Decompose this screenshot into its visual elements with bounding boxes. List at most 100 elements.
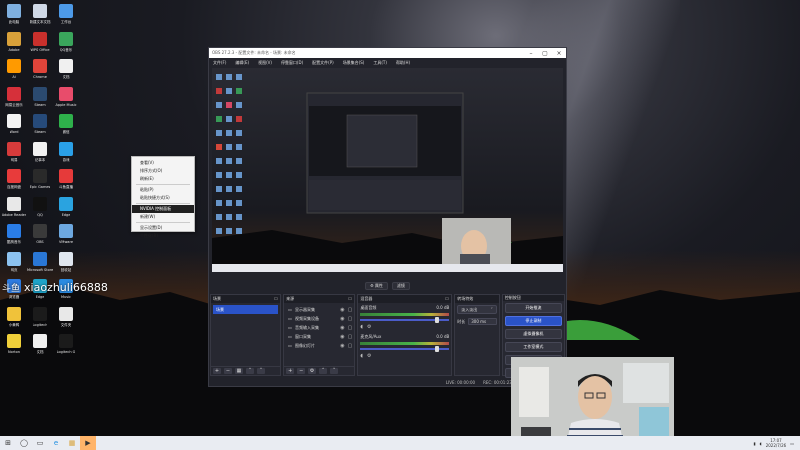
move-up-icon[interactable]: ˄ xyxy=(246,368,254,374)
desktop-icon[interactable]: Epic Games xyxy=(27,167,53,195)
add-source-icon[interactable]: + xyxy=(286,368,295,374)
desktop-icon[interactable]: Logitech xyxy=(27,305,53,333)
obs-menu-item[interactable]: 文件(F) xyxy=(213,60,226,66)
obs-menu-item[interactable]: 帮助(H) xyxy=(396,60,410,66)
obs-menu-item[interactable]: 工具(T) xyxy=(373,60,387,66)
desktop-icon[interactable]: 斗鱼直播 xyxy=(53,167,79,195)
desktop-icon[interactable]: OBS xyxy=(27,222,53,250)
control-button[interactable]: 工作室模式 xyxy=(504,342,562,352)
desktop-icon[interactable]: 网页 xyxy=(1,250,27,278)
desktop-icon[interactable]: 记事本 xyxy=(27,140,53,168)
edge-icon[interactable]: e xyxy=(48,436,64,450)
speaker-icon[interactable]: ◖ xyxy=(360,353,363,359)
desktop-icon[interactable]: 工作台 xyxy=(53,2,79,30)
desktop-icon[interactable]: Norton xyxy=(1,332,27,360)
dock-menu-icon[interactable]: ▭ xyxy=(445,296,452,302)
filters-button[interactable]: 滤镜 xyxy=(391,282,410,290)
remove-source-icon[interactable]: − xyxy=(297,368,306,374)
move-down-icon[interactable]: ˅ xyxy=(257,368,265,374)
context-menu-item[interactable]: 查看(V) xyxy=(132,159,194,167)
control-button[interactable]: 开始推流 xyxy=(504,303,562,313)
scene-item[interactable]: 场景 xyxy=(213,305,279,314)
desktop-icon[interactable]: Logitech G xyxy=(53,332,79,360)
source-item[interactable]: ▭ 显示器采集 ◉ ▢ xyxy=(286,305,352,314)
desktop-icon[interactable]: VMware xyxy=(53,222,79,250)
control-button[interactable]: 停止录制 xyxy=(504,316,562,326)
control-button[interactable]: 虚拟摄像机 xyxy=(504,329,562,339)
context-menu-item[interactable]: 粘贴(P) xyxy=(132,186,194,194)
desktop-icon[interactable]: 文档 xyxy=(27,332,53,360)
network-icon[interactable]: ▮ xyxy=(753,441,755,446)
desktop-icon[interactable]: 新建文本文档 xyxy=(27,2,53,30)
lock-icon[interactable]: ▢ xyxy=(348,343,353,349)
desktop-icon[interactable]: 文件夹 xyxy=(53,305,79,333)
source-settings-icon[interactable]: ⚙ xyxy=(308,368,317,374)
desktop-icon[interactable]: Edge xyxy=(53,195,79,223)
lock-icon[interactable]: ▢ xyxy=(348,316,353,322)
desktop-icon[interactable]: Steam xyxy=(27,112,53,140)
desktop-icon[interactable]: Ai xyxy=(1,57,27,85)
source-item[interactable]: ▭ 视频采集设备 ◉ ▢ xyxy=(286,314,352,323)
close-icon[interactable]: × xyxy=(552,50,566,57)
context-menu-item[interactable]: 粘贴快捷方式(S) xyxy=(132,194,194,202)
duration-field[interactable]: 300 ms xyxy=(468,318,497,325)
desktop-icon[interactable]: 网易 xyxy=(1,140,27,168)
scene-filter-icon[interactable]: ▦ xyxy=(235,368,243,374)
obs-taskbar-icon[interactable]: ▶ xyxy=(80,436,96,450)
context-menu-item[interactable]: 刷新(E) xyxy=(132,175,194,183)
desktop-icon[interactable]: QQ音乐 xyxy=(53,30,79,58)
dock-menu-icon[interactable]: ▭ xyxy=(273,296,280,302)
transition-select[interactable]: 淡入淡出 ˅ xyxy=(457,305,497,314)
desktop-icon[interactable]: 回收站 xyxy=(53,250,79,278)
desktop-icon[interactable]: 微信 xyxy=(53,112,79,140)
start-button[interactable]: ⊞ xyxy=(0,436,16,450)
notification-icon[interactable]: ▭ xyxy=(790,441,794,446)
gear-icon[interactable]: ⚙ xyxy=(367,324,371,330)
desktop-icon[interactable]: Adobe xyxy=(1,30,27,58)
desktop-icon[interactable]: 文档 xyxy=(53,57,79,85)
clock[interactable]: 17:07 2022/7/26 xyxy=(766,438,787,448)
dock-menu-icon[interactable]: ▭ xyxy=(348,296,355,302)
obs-menu-item[interactable]: 配置文件(P) xyxy=(312,60,334,66)
move-up-icon[interactable]: ˄ xyxy=(319,368,328,374)
eye-icon[interactable]: ◉ xyxy=(340,325,344,331)
obs-preview[interactable] xyxy=(212,68,563,272)
desktop-icon[interactable]: Microsoft Store xyxy=(27,250,53,278)
desktop-icon[interactable]: 小黄鸭 xyxy=(1,305,27,333)
desktop-icon[interactable]: QQ xyxy=(27,195,53,223)
obs-menu-item[interactable]: 停靠窗口(D) xyxy=(281,60,303,66)
desktop-icon[interactable]: 百度网盘 xyxy=(1,167,27,195)
move-down-icon[interactable]: ˅ xyxy=(330,368,339,374)
desktop-icon[interactable]: Chrome xyxy=(27,57,53,85)
source-item[interactable]: ▭ 音频输入采集 ◉ ▢ xyxy=(286,323,352,332)
eye-icon[interactable]: ◉ xyxy=(340,307,344,313)
minimize-icon[interactable]: – xyxy=(524,50,538,57)
obs-menu-item[interactable]: 编辑(E) xyxy=(235,60,249,66)
maximize-icon[interactable]: ▢ xyxy=(538,50,552,57)
desktop-icon[interactable]: Word xyxy=(1,112,27,140)
desktop-icon[interactable]: 此电脑 xyxy=(1,2,27,30)
add-scene-icon[interactable]: + xyxy=(213,368,221,374)
volume-icon[interactable]: ◖ xyxy=(760,441,762,446)
properties-button[interactable]: ⚙ 属性 xyxy=(365,282,388,290)
desktop-icon[interactable]: Adobe Reader xyxy=(1,195,27,223)
slider-handle[interactable] xyxy=(435,346,440,352)
context-menu-item[interactable]: 显示设置(D) xyxy=(132,224,194,232)
task-view-icon[interactable]: ▭ xyxy=(32,436,48,450)
eye-icon[interactable]: ◉ xyxy=(340,334,344,340)
desktop-icon[interactable]: WPS Office xyxy=(27,30,53,58)
volume-slider[interactable] xyxy=(360,346,450,352)
explorer-icon[interactable]: ▦ xyxy=(64,436,80,450)
desktop-icon[interactable]: Steam xyxy=(27,85,53,113)
search-icon[interactable]: ◯ xyxy=(16,436,32,450)
eye-icon[interactable]: ◉ xyxy=(340,316,344,322)
desktop-icon[interactable]: 游戏 xyxy=(53,140,79,168)
remove-scene-icon[interactable]: − xyxy=(224,368,232,374)
lock-icon[interactable]: ▢ xyxy=(348,307,353,313)
slider-handle[interactable] xyxy=(435,317,440,323)
source-item[interactable]: ▭ 窗口采集 ◉ ▢ xyxy=(286,332,352,341)
source-item[interactable]: ▭ 图像幻灯片 ◉ ▢ xyxy=(286,341,352,350)
speaker-icon[interactable]: ◖ xyxy=(360,324,363,330)
desktop-icon[interactable]: 酷狗音乐 xyxy=(1,222,27,250)
desktop-icon[interactable]: Apple Music xyxy=(53,85,79,113)
